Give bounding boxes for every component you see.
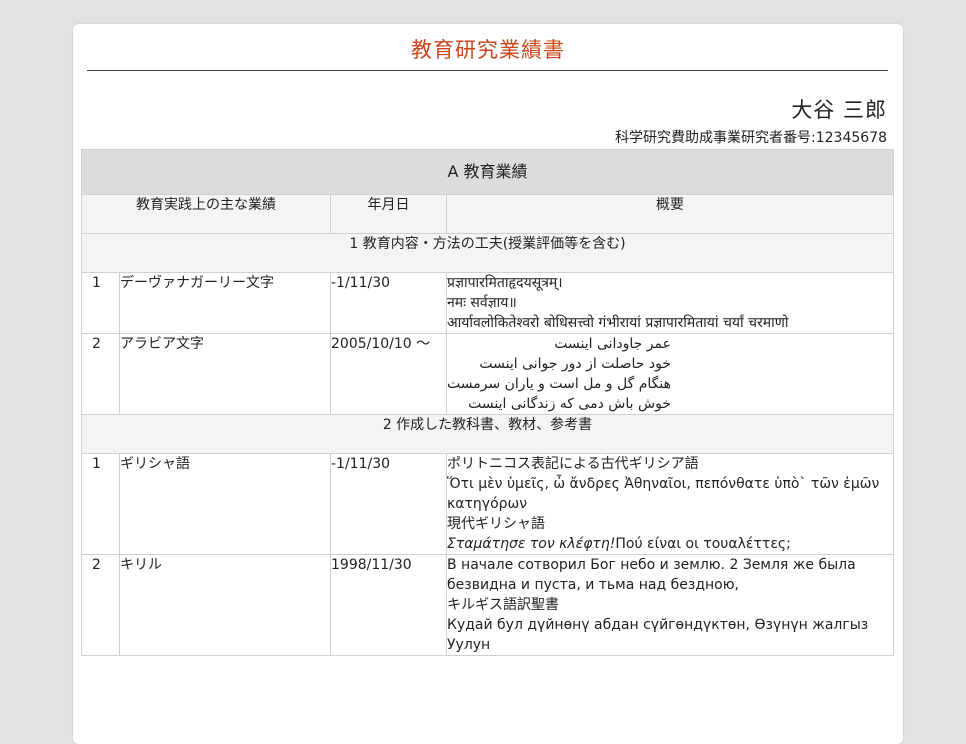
row-name: デーヴァナガーリー文字	[119, 272, 331, 334]
row-number: 2	[81, 333, 120, 415]
summary-line: प्रज्ञापारमिताहृदयसूत्रम्।	[447, 275, 563, 291]
summary-line: आर्यावलोकितेश्वरो बोधिसत्त्वो गंभीरायां …	[447, 315, 789, 331]
column-header-summary: 概要	[446, 194, 894, 234]
row-date: 1998/11/30	[330, 554, 447, 656]
summary-line: В начале сотворил Бог небо и землю. 2 Зе…	[447, 557, 856, 593]
row-date: 2005/10/10 ～	[330, 333, 447, 415]
row-number: 1	[81, 453, 120, 555]
row-summary: عمر جاودانی اینست خود حاصلت از دور جوانی…	[446, 333, 894, 415]
document-sheet: 教育研究業績書 大谷 三郎 科学研究費助成事業研究者番号:12345678 A …	[73, 24, 903, 744]
subsection-heading: 2 作成した教科書、教材、参考書	[81, 414, 894, 454]
row-summary: ポリトニコス表記による古代ギリシア語 Ὅτι μὲν ὑμεῖς, ὦ ἄνδρ…	[446, 453, 894, 555]
summary-italic-phrase: Σταμάτησε τον κλέφτη!	[447, 536, 616, 552]
section-a-heading: A 教育業績	[81, 149, 894, 195]
author-name: 大谷 三郎	[791, 98, 887, 122]
row-name: ギリシャ語	[119, 453, 331, 555]
summary-line: キルギス語訳聖書	[447, 597, 559, 613]
row-summary: प्रज्ञापारमिताहृदयसूत्रम्। नमः सर्वज्ञाय…	[446, 272, 894, 334]
summary-line: Кудай бул дүйнөнү абдан сүйгөндүктөн, Өз…	[447, 617, 869, 653]
researcher-id: 科学研究費助成事業研究者番号:12345678	[615, 130, 887, 146]
table-row: 2 キリル 1998/11/30 В начале сотворил Бог н…	[81, 554, 894, 656]
summary-line: 現代ギリシャ語	[447, 516, 545, 532]
column-header-date: 年月日	[330, 194, 447, 234]
summary-line: عمر جاودانی اینست	[554, 336, 671, 352]
summary-line: خود حاصلت از دور جوانی اینست	[479, 356, 671, 372]
row-summary: В начале сотворил Бог небо и землю. 2 Зе…	[446, 554, 894, 656]
column-header-achievement: 教育実践上の主な業績	[81, 194, 331, 234]
column-header-row: 教育実践上の主な業績 年月日 概要	[81, 194, 894, 234]
row-number: 1	[81, 272, 120, 334]
title-divider	[87, 70, 888, 71]
document-title: 教育研究業績書	[411, 38, 565, 62]
summary-line: هنگام گل و مل است و یاران سرمست	[447, 376, 671, 392]
table-row: 1 デーヴァナガーリー文字 -1/11/30 प्रज्ञापारमिताहृद…	[81, 272, 894, 334]
table-row: 1 ギリシャ語 -1/11/30 ポリトニコス表記による古代ギリシア語 Ὅτι …	[81, 453, 894, 555]
row-date: -1/11/30	[330, 453, 447, 555]
summary-line: Σταμάτησε τον κλέφτη!Πού είναι οι τουαλέ…	[447, 534, 893, 554]
summary-phrase: Πού είναι οι τουαλέττες;	[615, 536, 791, 552]
summary-line: Ὅτι μὲν ὑμεῖς, ὦ ἄνδρες Ἀθηναῖοι, πεπόνθ…	[447, 476, 880, 512]
summary-line: خوش باش دمی که زندگانی اینست	[468, 396, 671, 412]
row-number: 2	[81, 554, 120, 656]
row-date: -1/11/30	[330, 272, 447, 334]
table-row: 2 アラビア文字 2005/10/10 ～ عمر جاودانی اینست …	[81, 333, 894, 415]
subsection-heading: 1 教育内容・方法の工夫(授業評価等を含む)	[81, 233, 894, 273]
row-name: キリル	[119, 554, 331, 656]
summary-line: ポリトニコス表記による古代ギリシア語	[447, 456, 699, 472]
row-name: アラビア文字	[119, 333, 331, 415]
summary-line: नमः सर्वज्ञाय॥	[447, 295, 517, 311]
achievements-table: A 教育業績 教育実践上の主な業績 年月日 概要 1 教育内容・方法の工夫(授業…	[81, 149, 894, 656]
